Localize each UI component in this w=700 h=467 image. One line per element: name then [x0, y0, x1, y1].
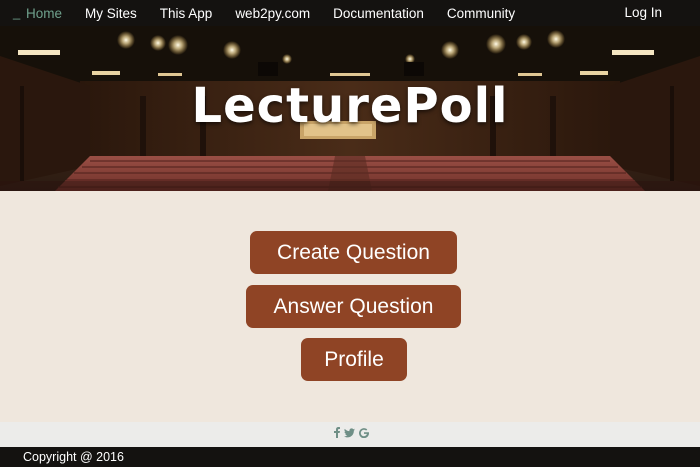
footer: Copyright @ 2016	[0, 447, 700, 467]
twitter-icon[interactable]	[344, 427, 355, 438]
top-navbar: _ Home My Sites This App web2py.com Docu…	[0, 0, 700, 26]
nav-item-web2py[interactable]: web2py.com	[235, 6, 310, 21]
facebook-icon[interactable]	[334, 427, 340, 438]
social-icons	[334, 427, 373, 438]
hero-title: LecturePoll	[191, 78, 509, 134]
nav-item-this-app[interactable]: This App	[160, 6, 213, 21]
answer-question-button[interactable]: Answer Question	[246, 285, 461, 328]
nav-brand[interactable]: _	[13, 5, 20, 20]
profile-button[interactable]: Profile	[301, 338, 407, 381]
nav-item-community[interactable]: Community	[447, 6, 515, 21]
login-link[interactable]: Log In	[624, 5, 662, 20]
create-question-button[interactable]: Create Question	[250, 231, 457, 274]
nav-item-home[interactable]: Home	[26, 6, 62, 21]
social-bar	[0, 422, 700, 447]
hero-banner: LecturePoll	[0, 26, 700, 191]
nav-menu: Home My Sites This App web2py.com Docume…	[26, 0, 538, 26]
nav-item-my-sites[interactable]: My Sites	[85, 6, 137, 21]
nav-item-documentation[interactable]: Documentation	[333, 6, 424, 21]
google-icon[interactable]	[359, 427, 369, 438]
copyright-text: Copyright @ 2016	[23, 450, 124, 464]
